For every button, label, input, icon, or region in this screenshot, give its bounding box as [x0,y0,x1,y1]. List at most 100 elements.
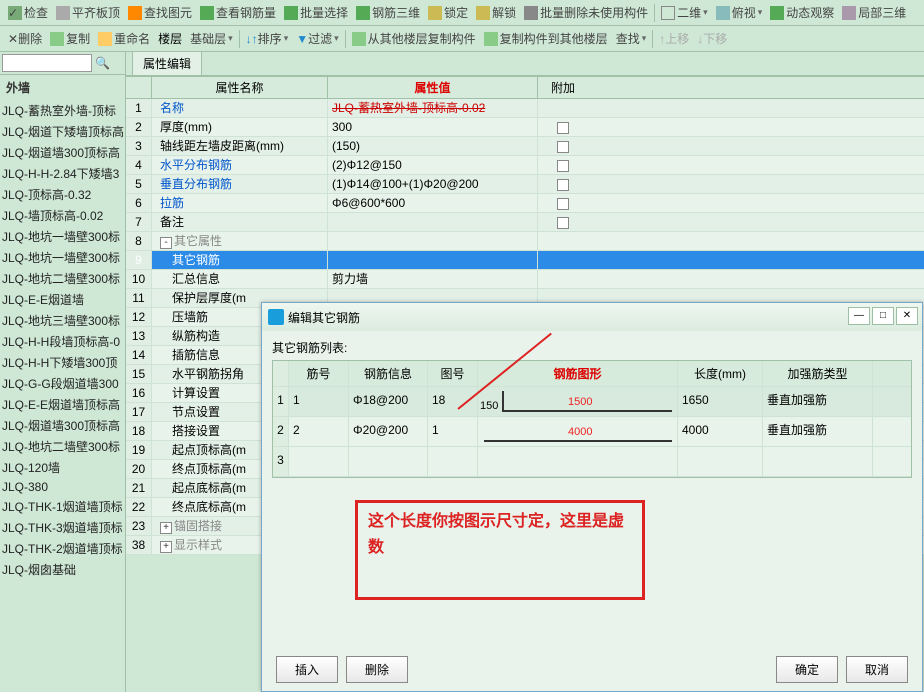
sidebar-item[interactable]: JLQ-380 [0,478,125,496]
sidebar-item[interactable]: JLQ-地坑一墙壁300标 [0,247,125,268]
checkbox[interactable] [557,160,569,172]
sidebar-item[interactable]: JLQ-120墙 [0,457,125,478]
sidebar-item[interactable]: JLQ-H-H下矮墙300顶 [0,352,125,373]
floor-lbl: 楼层 [158,30,182,47]
col-len: 长度(mm) [678,361,763,386]
callout-text: 这个长度你按图示尺寸定，这里是虚数 [368,513,624,556]
sidebar-item[interactable]: JLQ-烟囱基础 [0,559,125,580]
view-mode-dd[interactable]: 二维 [657,3,712,22]
lock-btn[interactable]: 锁定 [424,3,472,22]
down-btn[interactable]: ↓下移 [693,29,731,48]
view-mode-label: 二维 [677,4,701,21]
dlg-delete-button[interactable]: 删除 [346,656,408,683]
minimize-icon[interactable]: — [848,307,870,325]
sidebar-item[interactable]: JLQ-E-E烟道墙顶标高 [0,394,125,415]
dynamic-btn[interactable]: 动态观察 [766,3,838,22]
sidebar-item[interactable]: JLQ-地坑二墙壁300标 [0,436,125,457]
insert-button[interactable]: 插入 [276,656,338,683]
batch-del-label: 批量删除未使用构件 [540,4,648,21]
sort-label: 排序 [258,30,282,47]
copy-to-btn[interactable]: 复制构件到其他楼层 [480,29,612,48]
find-u-btn[interactable]: 查找图元 [124,3,196,22]
rebar-3d-label: 钢筋三维 [372,4,420,21]
sidebar-item[interactable]: JLQ-H-H段墙顶标高-0 [0,331,125,352]
sidebar-item[interactable]: JLQ-地坑三墙壁300标 [0,310,125,331]
sidebar-item[interactable]: JLQ-地坑一墙壁300标 [0,226,125,247]
sidebar-item[interactable]: JLQ-THK-1烟道墙顶标 [0,496,125,517]
cancel-button[interactable]: 取消 [846,656,908,683]
sort-btn[interactable]: ↓↑排序 [242,29,293,48]
batch-del-btn[interactable]: 批量删除未使用构件 [520,3,652,22]
align-btn[interactable]: 平齐板顶 [52,3,124,22]
edit-rebar-dialog: 编辑其它钢筋 — □ ✕ 其它钢筋列表: 筋号 钢筋信息 图号 钢筋图形 长度(… [261,302,923,692]
checkbox[interactable] [557,217,569,229]
ok-button[interactable]: 确定 [776,656,838,683]
tab-props[interactable]: 属性编辑 [132,51,202,75]
sidebar-item[interactable]: JLQ-THK-2烟道墙顶标 [0,538,125,559]
table-row[interactable]: 22Φ20@200140004000垂直加强筋 [273,417,911,447]
copy-from-label: 从其他楼层复制构件 [368,30,476,47]
checkbox[interactable] [557,141,569,153]
batch-sel-btn[interactable]: 批量选择 [280,3,352,22]
unlock-label: 解锁 [492,4,516,21]
sidebar-search-input[interactable] [2,54,92,72]
sidebar-item[interactable]: JLQ-G-G段烟道墙300 [0,373,125,394]
sidebar-item[interactable]: JLQ-THK-3烟道墙顶标 [0,517,125,538]
find-u-label: 查找图元 [144,4,192,21]
prop-row[interactable]: 10 汇总信息剪力墙 [126,270,924,289]
align-label: 平齐板顶 [72,4,120,21]
checkbox[interactable] [557,179,569,191]
prop-row[interactable]: 4水平分布钢筋(2)Φ12@150 [126,156,924,175]
table-row[interactable]: 11Φ18@2001815015001650垂直加强筋 [273,387,911,417]
filter-btn[interactable]: ▼过滤 [292,29,342,48]
sidebar-item[interactable]: JLQ-烟道墙300顶标高 [0,142,125,163]
up-btn[interactable]: ↑上移 [655,29,693,48]
prop-row[interactable]: 8-其它属性 [126,232,924,251]
expand-icon[interactable]: - [160,237,172,249]
prop-row[interactable]: 5垂直分布钢筋(1)Φ14@100+(1)Φ20@200 [126,175,924,194]
search-icon[interactable]: 🔍 [95,56,110,70]
prop-row[interactable]: 3轴线距左墙皮距离(mm)(150) [126,137,924,156]
checkbox[interactable] [557,198,569,210]
prop-row[interactable]: 1名称JLQ-蓄热室外墙-顶标高-0.02 [126,99,924,118]
rename-btn[interactable]: 重命名 [94,29,154,48]
sidebar-item[interactable]: JLQ-地坑二墙壁300标 [0,268,125,289]
copy-from-btn[interactable]: 从其他楼层复制构件 [348,29,480,48]
table-row[interactable]: 3 [273,447,911,477]
expand-icon[interactable]: + [160,541,172,553]
sidebar-item[interactable]: JLQ-蓄热室外墙-顶标 [0,100,125,121]
sidebar-item[interactable]: JLQ-E-E烟道墙 [0,289,125,310]
copy-btn[interactable]: 复制 [46,29,94,48]
prop-row[interactable]: 9 其它钢筋 [126,251,924,270]
batch-sel-label: 批量选择 [300,4,348,21]
top-view-btn[interactable]: 俯视 [712,3,767,22]
sidebar-item[interactable]: JLQ-H-H-2.84下矮墙3 [0,163,125,184]
sidebar-item[interactable]: JLQ-烟道下矮墙顶标高 [0,121,125,142]
sidebar-head: 外墙 [0,75,125,100]
find-btn[interactable]: 查找 [612,29,651,48]
rebar-3d-btn[interactable]: 钢筋三维 [352,3,424,22]
sidebar-item[interactable]: JLQ-烟道墙300顶标高 [0,415,125,436]
view-rebar-label: 查看钢筋量 [216,4,276,21]
dialog-title-bar[interactable]: 编辑其它钢筋 — □ ✕ [262,303,922,331]
delete-btn[interactable]: ✕删除 [4,29,46,48]
local-3d-btn[interactable]: 局部三维 [838,3,910,22]
expand-icon[interactable]: + [160,522,172,534]
top-view-label: 俯视 [732,4,756,21]
col-type: 加强筋类型 [763,361,873,386]
col-add: 附加 [538,77,588,98]
prop-row[interactable]: 7备注 [126,213,924,232]
checkbox[interactable] [557,122,569,134]
prop-row[interactable]: 6拉筋Φ6@600*600 [126,194,924,213]
close-icon[interactable]: ✕ [896,307,918,325]
col-num: 筋号 [289,361,349,386]
view-rebar-btn[interactable]: 查看钢筋量 [196,3,280,22]
dialog-icon [268,309,284,325]
sidebar-item[interactable]: JLQ-墙顶标高-0.02 [0,205,125,226]
unlock-btn[interactable]: 解锁 [472,3,520,22]
prop-row[interactable]: 2厚度(mm)300 [126,118,924,137]
floor-dd[interactable]: 基础层 [186,29,237,48]
maximize-icon[interactable]: □ [872,307,894,325]
sidebar-item[interactable]: JLQ-顶标高-0.32 [0,184,125,205]
check-btn[interactable]: ✓检查 [4,3,52,22]
